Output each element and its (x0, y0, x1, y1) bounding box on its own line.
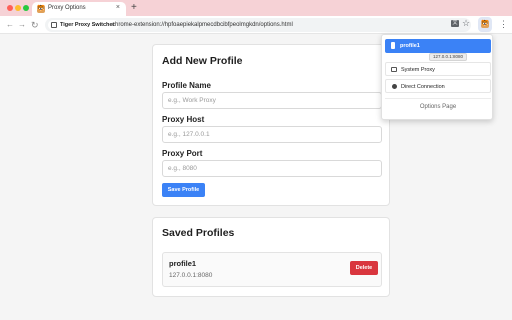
url-text[interactable]: chrome-extension://hpfoaepiekalpmecdbcib… (112, 21, 293, 29)
minimize-window-button[interactable] (15, 5, 21, 11)
extension-icon (51, 22, 57, 28)
proxy-host-input[interactable] (162, 126, 382, 143)
close-window-button[interactable] (7, 5, 13, 11)
back-arrow-icon[interactable]: ← (6, 19, 14, 31)
profile-name-input[interactable] (162, 92, 382, 109)
add-profile-card: Add New Profile Profile Name Proxy Host … (152, 44, 390, 206)
monitor-icon (391, 67, 397, 72)
popup-item-label: Direct Connection (401, 84, 445, 90)
list-item: profile1 127.0.0.1:8080 Delete (162, 252, 382, 287)
browser-menu-icon[interactable]: ⋮ (499, 18, 508, 30)
tab-title: Proxy Options (48, 5, 86, 11)
extension-origin-label: Tiger Proxy Switcher (60, 22, 115, 28)
tab-proxy-options[interactable]: 🐯 Proxy Options × (32, 2, 126, 16)
extension-origin-chip[interactable]: Tiger Proxy Switcher (48, 20, 119, 30)
proxy-port-label: Proxy Port (162, 149, 203, 158)
options-page-link[interactable]: Options Page (382, 104, 494, 110)
browser-toolbar: ← → ↻ Tiger Proxy Switcher chrome-extens… (0, 16, 512, 34)
translate-icon[interactable]: 文 (451, 20, 459, 27)
tiger-proxy-extension-button[interactable]: 🐯 (478, 17, 492, 32)
popup-item-direct-connection[interactable]: Direct Connection (385, 79, 491, 93)
add-profile-heading: Add New Profile (162, 55, 243, 67)
save-profile-button[interactable]: Save Profile (162, 183, 205, 197)
saved-profiles-card: Saved Profiles profile1 127.0.0.1:8080 D… (152, 217, 390, 297)
tab-strip: 🐯 Proxy Options × + (0, 0, 512, 16)
popup-item-profile1[interactable]: profile1 (385, 39, 491, 53)
tab-close-icon[interactable]: × (116, 4, 120, 12)
popup-item-label: System Proxy (401, 67, 435, 73)
proxy-port-input[interactable] (162, 160, 382, 177)
document-icon (391, 42, 395, 49)
popup-divider (385, 98, 491, 99)
maximize-window-button[interactable] (23, 5, 29, 11)
profile-address: 127.0.0.1:8080 (169, 272, 213, 279)
proxy-host-label: Proxy Host (162, 115, 205, 124)
saved-profiles-heading: Saved Profiles (162, 227, 235, 239)
reload-icon[interactable]: ↻ (31, 19, 39, 31)
circle-icon (392, 84, 397, 89)
proxy-switcher-popup: profile1 127.0.0.1:8080 System Proxy Dir… (381, 34, 493, 120)
popup-item-label: profile1 (400, 43, 420, 49)
address-bar[interactable]: Tiger Proxy Switcher chrome-extension://… (45, 18, 471, 32)
tiger-extension-icon: 🐯 (481, 20, 489, 28)
forward-arrow-icon[interactable]: → (18, 19, 26, 31)
tiger-favicon-icon: 🐯 (37, 5, 45, 13)
profile-name: profile1 (169, 259, 197, 268)
profile-name-label: Profile Name (162, 81, 211, 90)
bookmark-star-icon[interactable]: ☆ (462, 18, 470, 28)
popup-item-system-proxy[interactable]: System Proxy (385, 62, 491, 76)
delete-profile-button[interactable]: Delete (350, 261, 378, 275)
new-tab-button[interactable]: + (131, 1, 137, 15)
profile-tooltip: 127.0.0.1:8080 (429, 53, 468, 61)
